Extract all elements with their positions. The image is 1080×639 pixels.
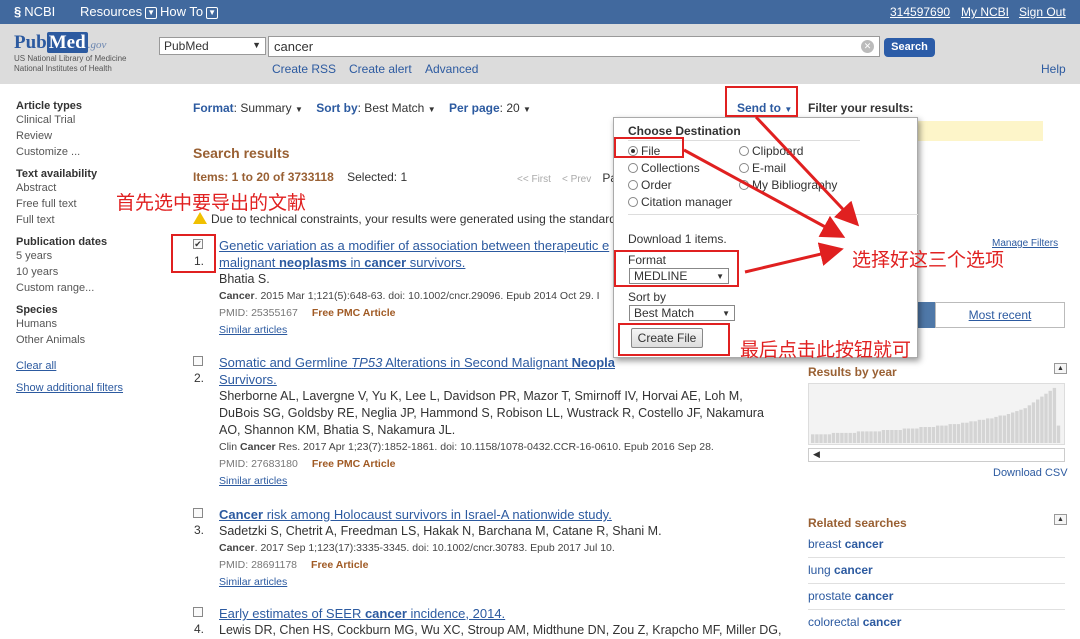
arrow-send-to: [754, 115, 860, 227]
annotation-choose-options: 选择好这三个选项: [852, 249, 1005, 271]
annotation-click-button: 最后点击此按钮就可: [740, 339, 912, 361]
arrow-format: [744, 242, 844, 274]
annotation-arrows: [683, 115, 860, 274]
annotation-select-docs: 首先选中要导出的文献: [116, 192, 307, 214]
arrow-file: [683, 148, 846, 238]
